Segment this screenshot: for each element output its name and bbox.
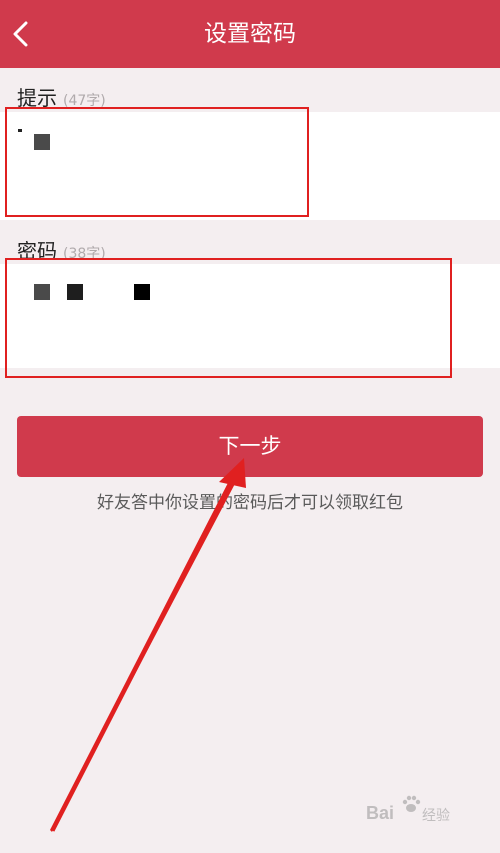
page-title: 设置密码: [204, 21, 296, 47]
top-app-bar: 设置密码: [0, 0, 500, 68]
masked-character: [134, 284, 150, 300]
masked-character: [67, 284, 83, 300]
watermark-suffix: 经验: [422, 808, 450, 824]
hint-label: 提示: [17, 86, 57, 110]
baidu-paw-icon: [402, 795, 421, 812]
masked-character: [34, 134, 50, 150]
hint-label-row: 提示 (47字): [17, 82, 106, 111]
hint-char-count: (47字): [63, 93, 106, 109]
red-envelope-hint: 好友答中你设置的密码后才可以领取红包: [97, 493, 403, 513]
password-input[interactable]: [0, 264, 500, 368]
password-label: 密码: [17, 239, 57, 263]
back-button[interactable]: [0, 0, 50, 68]
next-step-button[interactable]: 下一步: [17, 416, 483, 477]
chevron-left-icon: [13, 21, 28, 47]
password-label-row: 密码 (38字): [17, 235, 106, 264]
text-cursor: [18, 129, 22, 132]
baidu-jingyan-watermark: Bai 经验: [364, 793, 474, 831]
password-char-count: (38字): [63, 246, 106, 262]
masked-character: [34, 284, 50, 300]
hint-input[interactable]: [0, 112, 500, 220]
watermark-brand: Bai: [366, 803, 395, 823]
